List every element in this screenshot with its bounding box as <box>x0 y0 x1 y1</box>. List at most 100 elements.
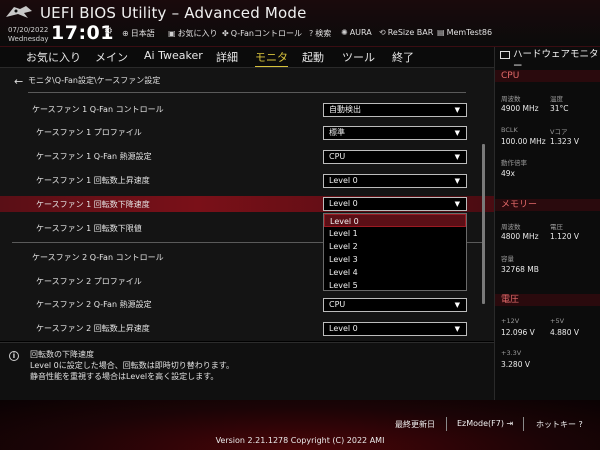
monitor-icon <box>500 51 510 59</box>
hw-label: +3.3V <box>501 349 522 357</box>
hw-label: +5V <box>550 317 565 325</box>
star-icon: ▣ <box>168 29 176 38</box>
fan-icon: ✤ <box>222 29 229 38</box>
dropdown-option[interactable]: Level 0 <box>324 214 466 227</box>
select-value: 自動検出 <box>329 105 361 114</box>
hotkeys-label: ホットキー <box>536 420 576 429</box>
language-label: 日本語 <box>130 29 155 38</box>
menu-exit[interactable]: 終了 <box>392 49 414 65</box>
setting-label: ケースファン 1 Q-Fan コントロール <box>32 105 164 114</box>
setting-label: ケースファン 2 回転数上昇速度 <box>36 324 150 333</box>
cpu-ratio: 49x <box>501 169 515 178</box>
menu-tool[interactable]: ツール <box>342 49 375 65</box>
aura-icon: ✺ <box>341 28 348 37</box>
dropdown-option[interactable]: Level 1 <box>324 227 466 240</box>
date-text: 07/20/2022 <box>8 26 49 34</box>
language-button[interactable]: ⊕ 日本語 <box>122 28 155 39</box>
ezmode-label: EzMode(F7) <box>457 419 504 428</box>
help-panel: i 回転数の下降速度 Level 0に設定した場合、回転数は即時切り替わります。… <box>0 342 494 400</box>
chevron-down-icon: ▼ <box>454 129 460 137</box>
chevron-down-icon: ▼ <box>454 177 460 185</box>
case-fan1-profile-select[interactable]: 標準 ▼ <box>323 126 467 140</box>
clock-settings-icon[interactable]: ⚙ <box>104 26 113 37</box>
select-value: Level 0 <box>329 324 358 333</box>
menu-favorites[interactable]: お気に入り <box>26 49 81 65</box>
ezmode-button[interactable]: EzMode(F7) ⇥ <box>457 419 513 428</box>
exit-to-icon: ⇥ <box>503 419 514 428</box>
app-title: UEFI BIOS Utility – Advanced Mode <box>40 4 307 22</box>
favorites-label: お気に入り <box>177 29 218 38</box>
divider <box>28 92 466 93</box>
memory-capacity: 32768 MB <box>501 265 539 274</box>
dropdown-option[interactable]: Level 2 <box>324 240 466 253</box>
dropdown-option[interactable]: Level 5 <box>324 279 466 292</box>
setting-label: ケースファン 1 プロファイル <box>36 128 142 137</box>
hotkeys-button[interactable]: ホットキー ? <box>536 419 583 430</box>
memtest-button[interactable]: ▤ MemTest86 <box>437 28 492 37</box>
dropdown-option[interactable]: Level 3 <box>324 253 466 266</box>
case-fan1-step-down-select[interactable]: Level 0 ▼ <box>323 197 467 211</box>
aura-button[interactable]: ✺ AURA <box>341 28 372 37</box>
chevron-down-icon: ▼ <box>454 325 460 333</box>
hw-section-voltage: 電圧 <box>495 294 600 306</box>
hw-label: 電圧 <box>550 223 563 231</box>
breadcrumb: モニタ\Q-Fan設定\ケースファン設定 <box>28 76 161 85</box>
help-text: 静音性能を重視する場合はLevelを高く設定します。 <box>30 372 219 381</box>
menu-monitor[interactable]: モニタ <box>255 49 288 68</box>
scrollbar[interactable] <box>482 144 485 304</box>
search-help-icon: ? <box>309 29 314 38</box>
qfan-label: Q-Fanコントロール <box>230 29 302 38</box>
dropdown-option[interactable]: Level 4 <box>324 266 466 279</box>
hw-label: 周波数 <box>501 95 521 103</box>
last-modified-button[interactable]: 最終更新日 <box>395 419 435 430</box>
search-button[interactable]: ? 検索 <box>309 28 331 39</box>
footer-bar: 最終更新日 EzMode(F7) ⇥ ホットキー ? Version 2.21.… <box>0 400 600 450</box>
hw-label: 動作倍率 <box>501 159 527 167</box>
case-fan1-source-select[interactable]: CPU ▼ <box>323 150 467 164</box>
chevron-down-icon: ▼ <box>454 301 460 309</box>
chevron-down-icon: ▼ <box>454 200 460 208</box>
resize-bar-button[interactable]: ⟲ ReSize BAR <box>379 28 433 37</box>
case-fan2-step-up-select[interactable]: Level 0 ▼ <box>323 322 467 336</box>
hw-label: +12V <box>501 317 520 325</box>
case-fan1-qfan-control-select[interactable]: 自動検出 ▼ <box>323 103 467 117</box>
menu-advanced[interactable]: 詳細 <box>216 49 238 65</box>
select-value: Level 0 <box>329 199 358 208</box>
back-arrow-icon[interactable]: ← <box>14 75 23 88</box>
settings-panel: ← モニタ\Q-Fan設定\ケースファン設定 ケースファン 1 Q-Fan コン… <box>0 67 494 341</box>
menu-boot[interactable]: 起動 <box>302 49 324 65</box>
case-fan2-source-select[interactable]: CPU ▼ <box>323 298 467 312</box>
info-icon: i <box>9 351 19 361</box>
cpu-vcore: 1.323 V <box>550 137 579 146</box>
header-bar: UEFI BIOS Utility – Advanced Mode 07/20/… <box>0 0 600 47</box>
hw-label: BCLK <box>501 126 518 134</box>
hw-label: 容量 <box>501 255 514 263</box>
footer-divider <box>523 417 524 431</box>
cpu-bclk: 100.00 MHz <box>501 137 546 146</box>
cpu-temperature: 31°C <box>550 104 569 113</box>
search-label: 検索 <box>315 29 332 38</box>
memory-voltage: 1.120 V <box>550 232 579 241</box>
memtest-label: MemTest86 <box>446 28 493 37</box>
setting-label: ケースファン 1 Q-Fan 熱源設定 <box>36 152 152 161</box>
qfan-control-button[interactable]: ✤ Q-Fanコントロール <box>222 28 302 39</box>
menu-ai-tweaker[interactable]: Ai Tweaker <box>144 49 203 62</box>
case-fan1-step-up-select[interactable]: Level 0 ▼ <box>323 174 467 188</box>
setting-label: ケースファン 1 回転数下限値 <box>36 224 142 233</box>
hw-label: 周波数 <box>501 223 521 231</box>
resize-bar-label: ReSize BAR <box>387 28 434 37</box>
weekday-text: Wednesday <box>8 35 49 43</box>
help-title: 回転数の下降速度 <box>30 350 94 359</box>
hw-section-cpu: CPU <box>495 70 600 82</box>
setting-label: ケースファン 2 Q-Fan コントロール <box>32 253 164 262</box>
globe-icon: ⊕ <box>122 29 129 38</box>
hw-label: Vコア <box>550 128 568 136</box>
menu-main[interactable]: メイン <box>95 49 128 65</box>
version-text: Version 2.21.1278 Copyright (C) 2022 AMI <box>215 436 385 445</box>
setting-label: ケースファン 1 回転数上昇速度 <box>36 176 150 185</box>
chevron-down-icon: ▼ <box>454 153 460 161</box>
favorites-button[interactable]: ▣ お気に入り <box>168 28 218 39</box>
select-value: CPU <box>329 300 346 309</box>
voltage-5v: 4.880 V <box>550 328 579 337</box>
main-menu: お気に入り メイン Ai Tweaker 詳細 モニタ 起動 ツール 終了 <box>0 47 494 68</box>
